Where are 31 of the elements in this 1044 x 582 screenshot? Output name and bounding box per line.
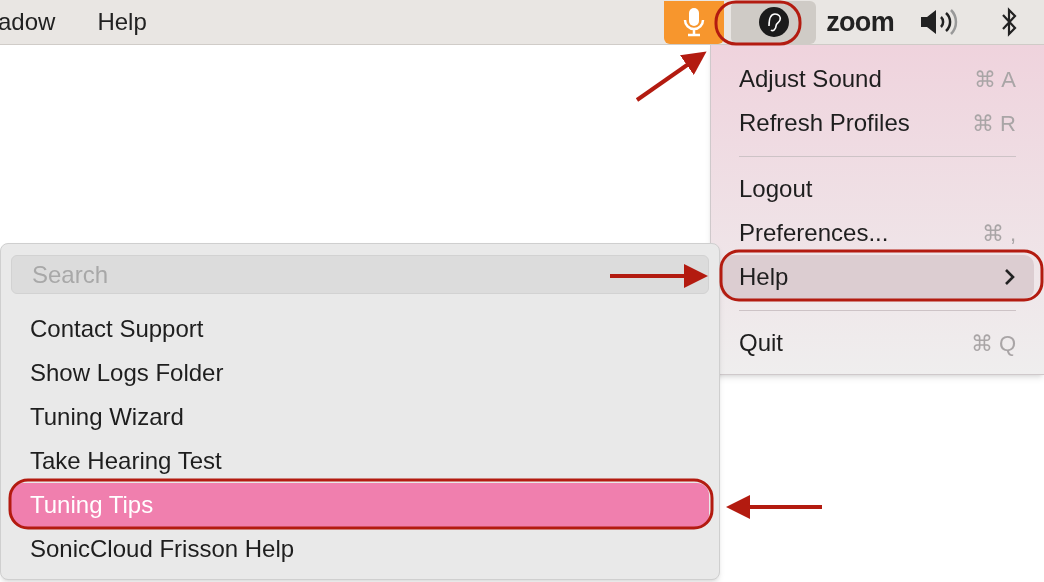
menu-item-label: Preferences... (739, 218, 889, 248)
menu-item[interactable]: Preferences... ⌘ , (721, 211, 1034, 255)
status-item[interactable] (731, 0, 817, 44)
ear-icon (757, 6, 790, 38)
menu-item-label: Logout (739, 174, 813, 204)
menu-item[interactable]: Quit ⌘ Q (721, 321, 1034, 365)
menu-bar-item[interactable]: Help (97, 4, 147, 40)
status-item[interactable]: zoom (816, 0, 904, 44)
menu-item[interactable]: Help (721, 255, 1034, 299)
menu-item-label: Quit (739, 328, 783, 358)
annotation-arrow (635, 51, 707, 102)
menu-item[interactable]: Adjust Sound ⌘ A (721, 57, 1034, 101)
menu-item[interactable]: Show Logs Folder (11, 351, 709, 395)
bluetooth-icon (1001, 7, 1017, 37)
menu-item[interactable]: Contact Support (11, 307, 709, 351)
shortcut-label: ⌘ A (974, 65, 1016, 94)
shortcut-label: ⌘ R (972, 109, 1016, 138)
microphone-icon (683, 7, 706, 37)
speaker-icon (919, 8, 959, 36)
microphone-button[interactable] (664, 0, 725, 44)
menu-item[interactable]: Tuning Wizard (11, 395, 709, 439)
menu-item[interactable]: Take Hearing Test (11, 439, 709, 483)
menu-item[interactable]: SonicCloud Frisson Help (11, 527, 709, 571)
menu-item-label: Adjust Sound (739, 64, 882, 94)
shortcut-label: ⌘ , (981, 219, 1016, 248)
shortcut-label: ⌘ Q (970, 329, 1016, 358)
menu-item[interactable]: Logout (721, 167, 1034, 211)
menu-item[interactable]: Refresh Profiles ⌘ R (721, 101, 1034, 145)
chevron-right-icon (1004, 267, 1016, 287)
menu-item-label: Refresh Profiles (739, 108, 910, 138)
menu-item-label: Help (739, 262, 789, 292)
